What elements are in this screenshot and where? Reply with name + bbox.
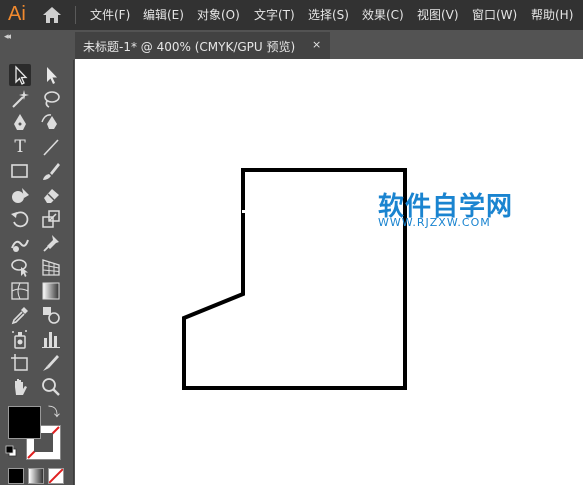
mesh-tool-icon[interactable] xyxy=(9,280,31,302)
menu-effect[interactable]: 效果(C) xyxy=(362,6,404,23)
pen-tool-icon[interactable] xyxy=(9,112,31,134)
curvature-tool-icon[interactable] xyxy=(40,112,62,134)
eyedropper-tool-icon[interactable] xyxy=(9,304,31,326)
swap-fill-stroke-icon[interactable]: ⤵ xyxy=(48,403,60,420)
selection-tool-icon[interactable] xyxy=(9,64,31,86)
scale-tool-icon[interactable] xyxy=(40,208,62,230)
close-icon[interactable]: × xyxy=(312,38,321,51)
document-tab-title: 未标题-1* @ 400% (CMYK/GPU 预览) xyxy=(83,40,296,54)
menu-bar: Ai 文件(F) 编辑(E) 对象(O) 文字(T) 选择(S) 效果(C) 视… xyxy=(0,0,583,30)
anchor-point xyxy=(242,210,247,213)
shape-builder-tool-icon[interactable] xyxy=(9,256,31,278)
fill-swatch[interactable] xyxy=(8,406,41,439)
home-icon[interactable] xyxy=(40,5,64,25)
menu-window[interactable]: 窗口(W) xyxy=(472,6,517,23)
color-mode-button[interactable] xyxy=(8,468,24,484)
menu-separator xyxy=(75,6,76,24)
menu-edit[interactable]: 编辑(E) xyxy=(143,6,184,23)
hand-tool-icon[interactable] xyxy=(9,376,31,398)
document-tab-bar: 未标题-1* @ 400% (CMYK/GPU 预览) × xyxy=(75,30,583,59)
rectangle-tool-icon[interactable] xyxy=(9,160,31,182)
watermark-url: WWW.RJZXW.COM xyxy=(378,216,491,229)
gradient-mode-button[interactable] xyxy=(28,468,44,484)
menu-view[interactable]: 视图(V) xyxy=(417,6,459,23)
zoom-tool-icon[interactable] xyxy=(40,376,62,398)
type-tool-icon[interactable]: T xyxy=(9,136,31,158)
menu-object[interactable]: 对象(O) xyxy=(197,6,240,23)
shaper-tool-icon[interactable] xyxy=(9,184,31,206)
artwork xyxy=(182,168,407,390)
none-mode-button[interactable] xyxy=(48,468,64,484)
gradient-tool-icon[interactable] xyxy=(40,280,62,302)
rotate-tool-icon[interactable] xyxy=(9,208,31,230)
menu-help[interactable]: 帮助(H) xyxy=(531,6,573,23)
toolbox: T ⤵ xyxy=(0,60,74,485)
paintbrush-tool-icon[interactable] xyxy=(40,160,62,182)
perspective-grid-tool-icon[interactable] xyxy=(40,256,62,278)
artboard-canvas[interactable]: 软件自学网 WWW.RJZXW.COM xyxy=(75,59,583,485)
free-transform-tool-icon[interactable] xyxy=(40,232,62,254)
collapse-panel-icon[interactable]: ◂◂ xyxy=(4,32,11,42)
line-segment-tool-icon[interactable] xyxy=(40,136,62,158)
artboard-tool-icon[interactable] xyxy=(9,352,31,374)
app-logo: Ai xyxy=(8,3,26,25)
drawn-path xyxy=(182,168,407,390)
warp-tool-icon[interactable] xyxy=(9,232,31,254)
column-graph-tool-icon[interactable] xyxy=(40,328,62,350)
symbol-sprayer-tool-icon[interactable] xyxy=(9,328,31,350)
eraser-tool-icon[interactable] xyxy=(40,184,62,206)
menu-select[interactable]: 选择(S) xyxy=(308,6,349,23)
default-fill-stroke-icon[interactable] xyxy=(5,445,17,457)
menu-file[interactable]: 文件(F) xyxy=(90,6,130,23)
document-tab[interactable]: 未标题-1* @ 400% (CMYK/GPU 预览) × xyxy=(75,32,330,59)
menu-type[interactable]: 文字(T) xyxy=(254,6,295,23)
direct-selection-tool-icon[interactable] xyxy=(40,64,62,86)
blend-tool-icon[interactable] xyxy=(40,304,62,326)
magic-wand-tool-icon[interactable] xyxy=(9,88,31,110)
slice-tool-icon[interactable] xyxy=(40,352,62,374)
lasso-tool-icon[interactable] xyxy=(40,88,62,110)
